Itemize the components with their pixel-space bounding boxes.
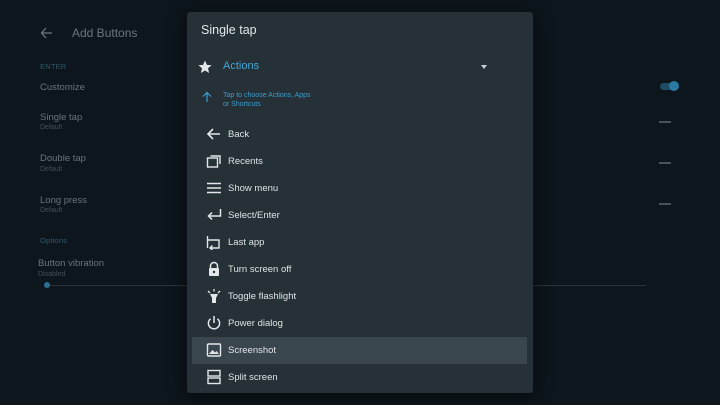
long-press-dash (659, 203, 671, 205)
action-item-toggle-flashlight[interactable]: Toggle flashlight (192, 283, 527, 310)
action-item-label: Split screen (228, 372, 278, 383)
action-item-label: Toggle flashlight (228, 291, 297, 302)
action-item-label: Screenshot (228, 345, 277, 356)
lock-icon (209, 261, 219, 276)
action-item-back[interactable]: Back (192, 121, 527, 148)
action-item-label: Show menu (228, 183, 279, 194)
double-tap-dash (659, 162, 671, 164)
last-app-icon (206, 236, 220, 250)
long-press-value: Default (40, 207, 63, 214)
back-arrow-icon[interactable] (40, 25, 54, 41)
back-arrow-icon (206, 128, 220, 140)
double-tap-value: Default (40, 166, 63, 173)
action-item-label: Recents (228, 156, 263, 167)
action-item-split-screen[interactable]: Split screen (192, 364, 527, 391)
dialog-title: Single tap (201, 23, 257, 37)
action-item-power-dialog[interactable]: Power dialog (192, 310, 527, 337)
single-tap-value: Default (40, 124, 63, 131)
action-item-select-enter[interactable]: Select/Enter (192, 202, 527, 229)
action-item-show-menu[interactable]: Show menu (192, 175, 527, 202)
vibration-value: Disabled (38, 271, 66, 278)
single-tap-dash (659, 121, 671, 123)
hint: Tap to choose Actions, Apps or Shortcuts (199, 89, 319, 121)
action-item-label: Last app (228, 237, 265, 248)
vibration-slider-knob[interactable] (44, 282, 50, 288)
action-item-turn-screen-off[interactable]: Turn screen off (192, 256, 527, 283)
menu-icon (207, 182, 221, 194)
arrow-up-icon (202, 91, 212, 102)
customize-label[interactable]: Customize (40, 82, 85, 93)
action-item-screenshot[interactable]: Screenshot (192, 337, 527, 364)
chevron-down-icon (481, 65, 487, 69)
single-tap-label[interactable]: Single tap (40, 112, 82, 123)
long-press-label[interactable]: Long press (40, 195, 87, 206)
flashlight-icon (207, 289, 221, 303)
page-title: Add Buttons (72, 26, 138, 40)
action-item-label: Select/Enter (228, 210, 280, 221)
vibration-label[interactable]: Button vibration (38, 258, 104, 269)
action-type-dropdown[interactable]: Actions (187, 56, 533, 78)
section-header-enter: ENTER (40, 62, 67, 71)
single-tap-dialog: Single tap Actions Tap to choose Actions… (187, 12, 533, 393)
power-icon (207, 316, 221, 330)
hint-text: Tap to choose Actions, Apps or Shortcuts (223, 92, 311, 108)
customize-toggle-knob (669, 81, 679, 91)
action-item-label: Turn screen off (228, 264, 292, 275)
action-item-label: Power dialog (228, 318, 283, 329)
double-tap-label[interactable]: Double tap (40, 153, 86, 164)
action-item-label: Back (228, 129, 250, 140)
action-item-last-app[interactable]: Last app (192, 229, 527, 256)
star-icon (198, 60, 212, 73)
dropdown-selected-value: Actions (223, 60, 260, 72)
screenshot-icon (206, 343, 222, 357)
split-screen-icon (207, 369, 221, 385)
recents-icon (206, 155, 221, 168)
action-item-recents[interactable]: Recents (192, 148, 527, 175)
screen: Add Buttons ENTER Customize Single tap D… (0, 0, 720, 405)
section-header-options: Options (40, 236, 68, 245)
enter-icon (207, 209, 222, 221)
